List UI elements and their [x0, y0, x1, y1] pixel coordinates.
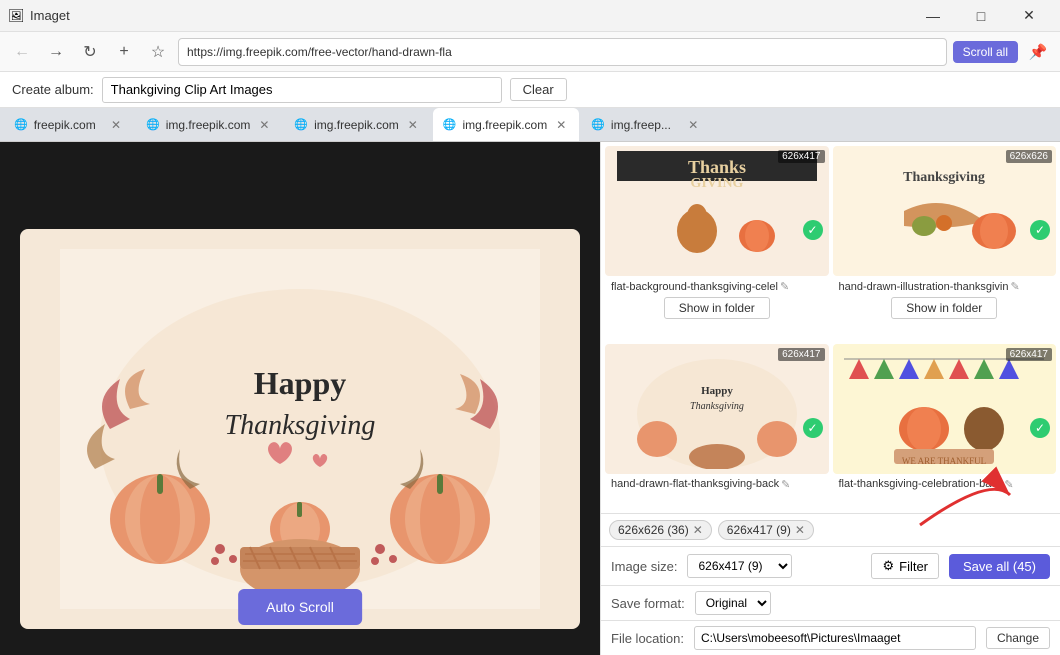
tab-2[interactable]: 🌐 img.freepik.com ✕ [136, 108, 282, 141]
svg-text:WE ARE THANKFUL: WE ARE THANKFUL [902, 456, 986, 466]
browser-toolbar: ← → ↻ + ☆ Scroll all 📌 [0, 32, 1060, 72]
img-name-2: hand-drawn-illustration-thanksgivin ✎ [833, 276, 1057, 297]
main-image: Happy Thanksgiving [20, 229, 580, 629]
img-dims-3: 626x417 [778, 348, 824, 361]
svg-text:Happy: Happy [701, 385, 733, 397]
tab-close-1[interactable]: ✕ [108, 117, 124, 133]
image-size-select[interactable]: 626x417 (9) 626x626 (36) [687, 554, 792, 578]
check-badge-4: ✓ [1030, 418, 1050, 438]
tab-4[interactable]: 🌐 img.freepik.com ✕ [433, 108, 579, 141]
app-icon: 🖼 [8, 8, 24, 24]
check-badge-2: ✓ [1030, 220, 1050, 240]
svg-text:Happy: Happy [254, 365, 346, 401]
gallery-item-1[interactable]: Thanks GIVING 626x417 ✓ [605, 146, 829, 340]
format-bar: Save format: Original JPEG PNG WebP [601, 585, 1060, 620]
edit-icon-1[interactable]: ✎ [780, 280, 789, 293]
size-tag-2[interactable]: 626x417 (9) ✕ [718, 520, 814, 540]
change-button[interactable]: Change [986, 627, 1050, 649]
img-dims-4: 626x417 [1006, 348, 1052, 361]
show-folder-btn-1[interactable]: Show in folder [664, 297, 770, 319]
tab-close-3[interactable]: ✕ [405, 117, 421, 133]
img-dims-2: 626x626 [1006, 150, 1052, 163]
filter-button[interactable]: ⚙ Filter [871, 553, 939, 579]
main-area: Happy Thanksgiving Auto Scroll [0, 142, 1060, 655]
img-dims-1: 626x417 [778, 150, 824, 163]
pin-button[interactable]: 📌 [1024, 38, 1052, 66]
check-badge-1: ✓ [803, 220, 823, 240]
close-button[interactable]: ✕ [1006, 0, 1052, 32]
svg-text:Thanksgiving: Thanksgiving [903, 170, 985, 185]
gallery-item-2[interactable]: Thanksgiving 626x626 ✓ [833, 146, 1057, 340]
size-tag-close-1[interactable]: ✕ [693, 523, 703, 537]
tab-title-1: freepik.com [34, 118, 102, 132]
img-name-3: hand-drawn-flat-thanksgiving-back ✎ [605, 474, 829, 495]
svg-text:Thanksgiving: Thanksgiving [690, 401, 744, 412]
options-bar: Image size: 626x417 (9) 626x626 (36) ⚙ F… [601, 546, 1060, 585]
edit-icon-3[interactable]: ✎ [781, 478, 790, 491]
new-tab-button[interactable]: + [110, 38, 138, 66]
tab-favicon-1: 🌐 [14, 118, 28, 131]
tab-favicon-2: 🌐 [146, 118, 160, 131]
window-controls: — □ ✕ [910, 0, 1052, 32]
tab-favicon-4: 🌐 [443, 118, 457, 131]
tab-close-4[interactable]: ✕ [553, 117, 569, 133]
auto-scroll-button[interactable]: Auto Scroll [238, 589, 362, 625]
gallery-grid: Thanks GIVING 626x417 ✓ [601, 142, 1060, 513]
maximize-button[interactable]: □ [958, 0, 1004, 32]
app-title: Imaget [30, 8, 910, 23]
title-bar: 🖼 Imaget — □ ✕ [0, 0, 1060, 32]
tab-favicon-5: 🌐 [591, 118, 605, 131]
album-name-input[interactable] [102, 77, 502, 103]
tab-favicon-3: 🌐 [294, 118, 308, 131]
forward-button[interactable]: → [42, 38, 70, 66]
gallery-item-3[interactable]: Happy Thanksgiving 626x417 ✓ hand-drawn-… [605, 344, 829, 510]
save-all-button[interactable]: Save all (45) [949, 554, 1050, 579]
tab-title-4: img.freepik.com [463, 118, 548, 132]
tab-close-2[interactable]: ✕ [256, 117, 272, 133]
location-input[interactable] [694, 626, 976, 650]
tabs-bar: 🌐 freepik.com ✕ 🌐 img.freepik.com ✕ 🌐 im… [0, 108, 1060, 142]
image-size-label: Image size: [611, 559, 677, 574]
tab-3[interactable]: 🌐 img.freepik.com ✕ [284, 108, 430, 141]
tab-close-5[interactable]: ✕ [685, 117, 701, 133]
location-bar: File location: Change [601, 620, 1060, 655]
minimize-button[interactable]: — [910, 0, 956, 32]
album-label: Create album: [12, 82, 94, 97]
tab-title-3: img.freepik.com [314, 118, 399, 132]
location-label: File location: [611, 631, 684, 646]
tab-5[interactable]: 🌐 img.freep... ✕ [581, 108, 711, 141]
img-name-1: flat-background-thanksgiving-celel ✎ [605, 276, 829, 297]
right-panel: Thanks GIVING 626x417 ✓ [600, 142, 1060, 655]
show-folder-btn-2[interactable]: Show in folder [891, 297, 997, 319]
edit-icon-2[interactable]: ✎ [1010, 280, 1019, 293]
check-badge-3: ✓ [803, 418, 823, 438]
gallery-item-4[interactable]: WE ARE THANKFUL 626x417 ✓ flat-thanksgiv… [833, 344, 1057, 510]
filter-icon: ⚙ [882, 558, 894, 574]
size-tag-close-2[interactable]: ✕ [795, 523, 805, 537]
svg-text:Thanks: Thanks [688, 157, 746, 177]
svg-text:GIVING: GIVING [690, 176, 743, 191]
tab-1[interactable]: 🌐 freepik.com ✕ [4, 108, 134, 141]
format-select[interactable]: Original JPEG PNG WebP [695, 591, 771, 615]
refresh-button[interactable]: ↻ [76, 38, 104, 66]
edit-icon-4[interactable]: ✎ [1004, 478, 1013, 491]
svg-text:Thanksgiving: Thanksgiving [225, 410, 376, 441]
bookmark-button[interactable]: ☆ [144, 38, 172, 66]
album-bar: Create album: Clear [0, 72, 1060, 108]
size-filter-bar: 626x626 (36) ✕ 626x417 (9) ✕ [601, 513, 1060, 546]
size-tag-1[interactable]: 626x626 (36) ✕ [609, 520, 712, 540]
format-label: Save format: [611, 596, 685, 611]
clear-button[interactable]: Clear [510, 78, 567, 101]
address-bar[interactable] [178, 38, 947, 66]
browser-content: Happy Thanksgiving Auto Scroll [0, 142, 600, 655]
img-name-4: flat-thanksgiving-celebration-back ✎ [833, 474, 1057, 495]
scroll-all-button[interactable]: Scroll all [953, 41, 1018, 63]
tab-title-2: img.freepik.com [166, 118, 251, 132]
back-button[interactable]: ← [8, 38, 36, 66]
tab-title-5: img.freep... [611, 118, 679, 132]
